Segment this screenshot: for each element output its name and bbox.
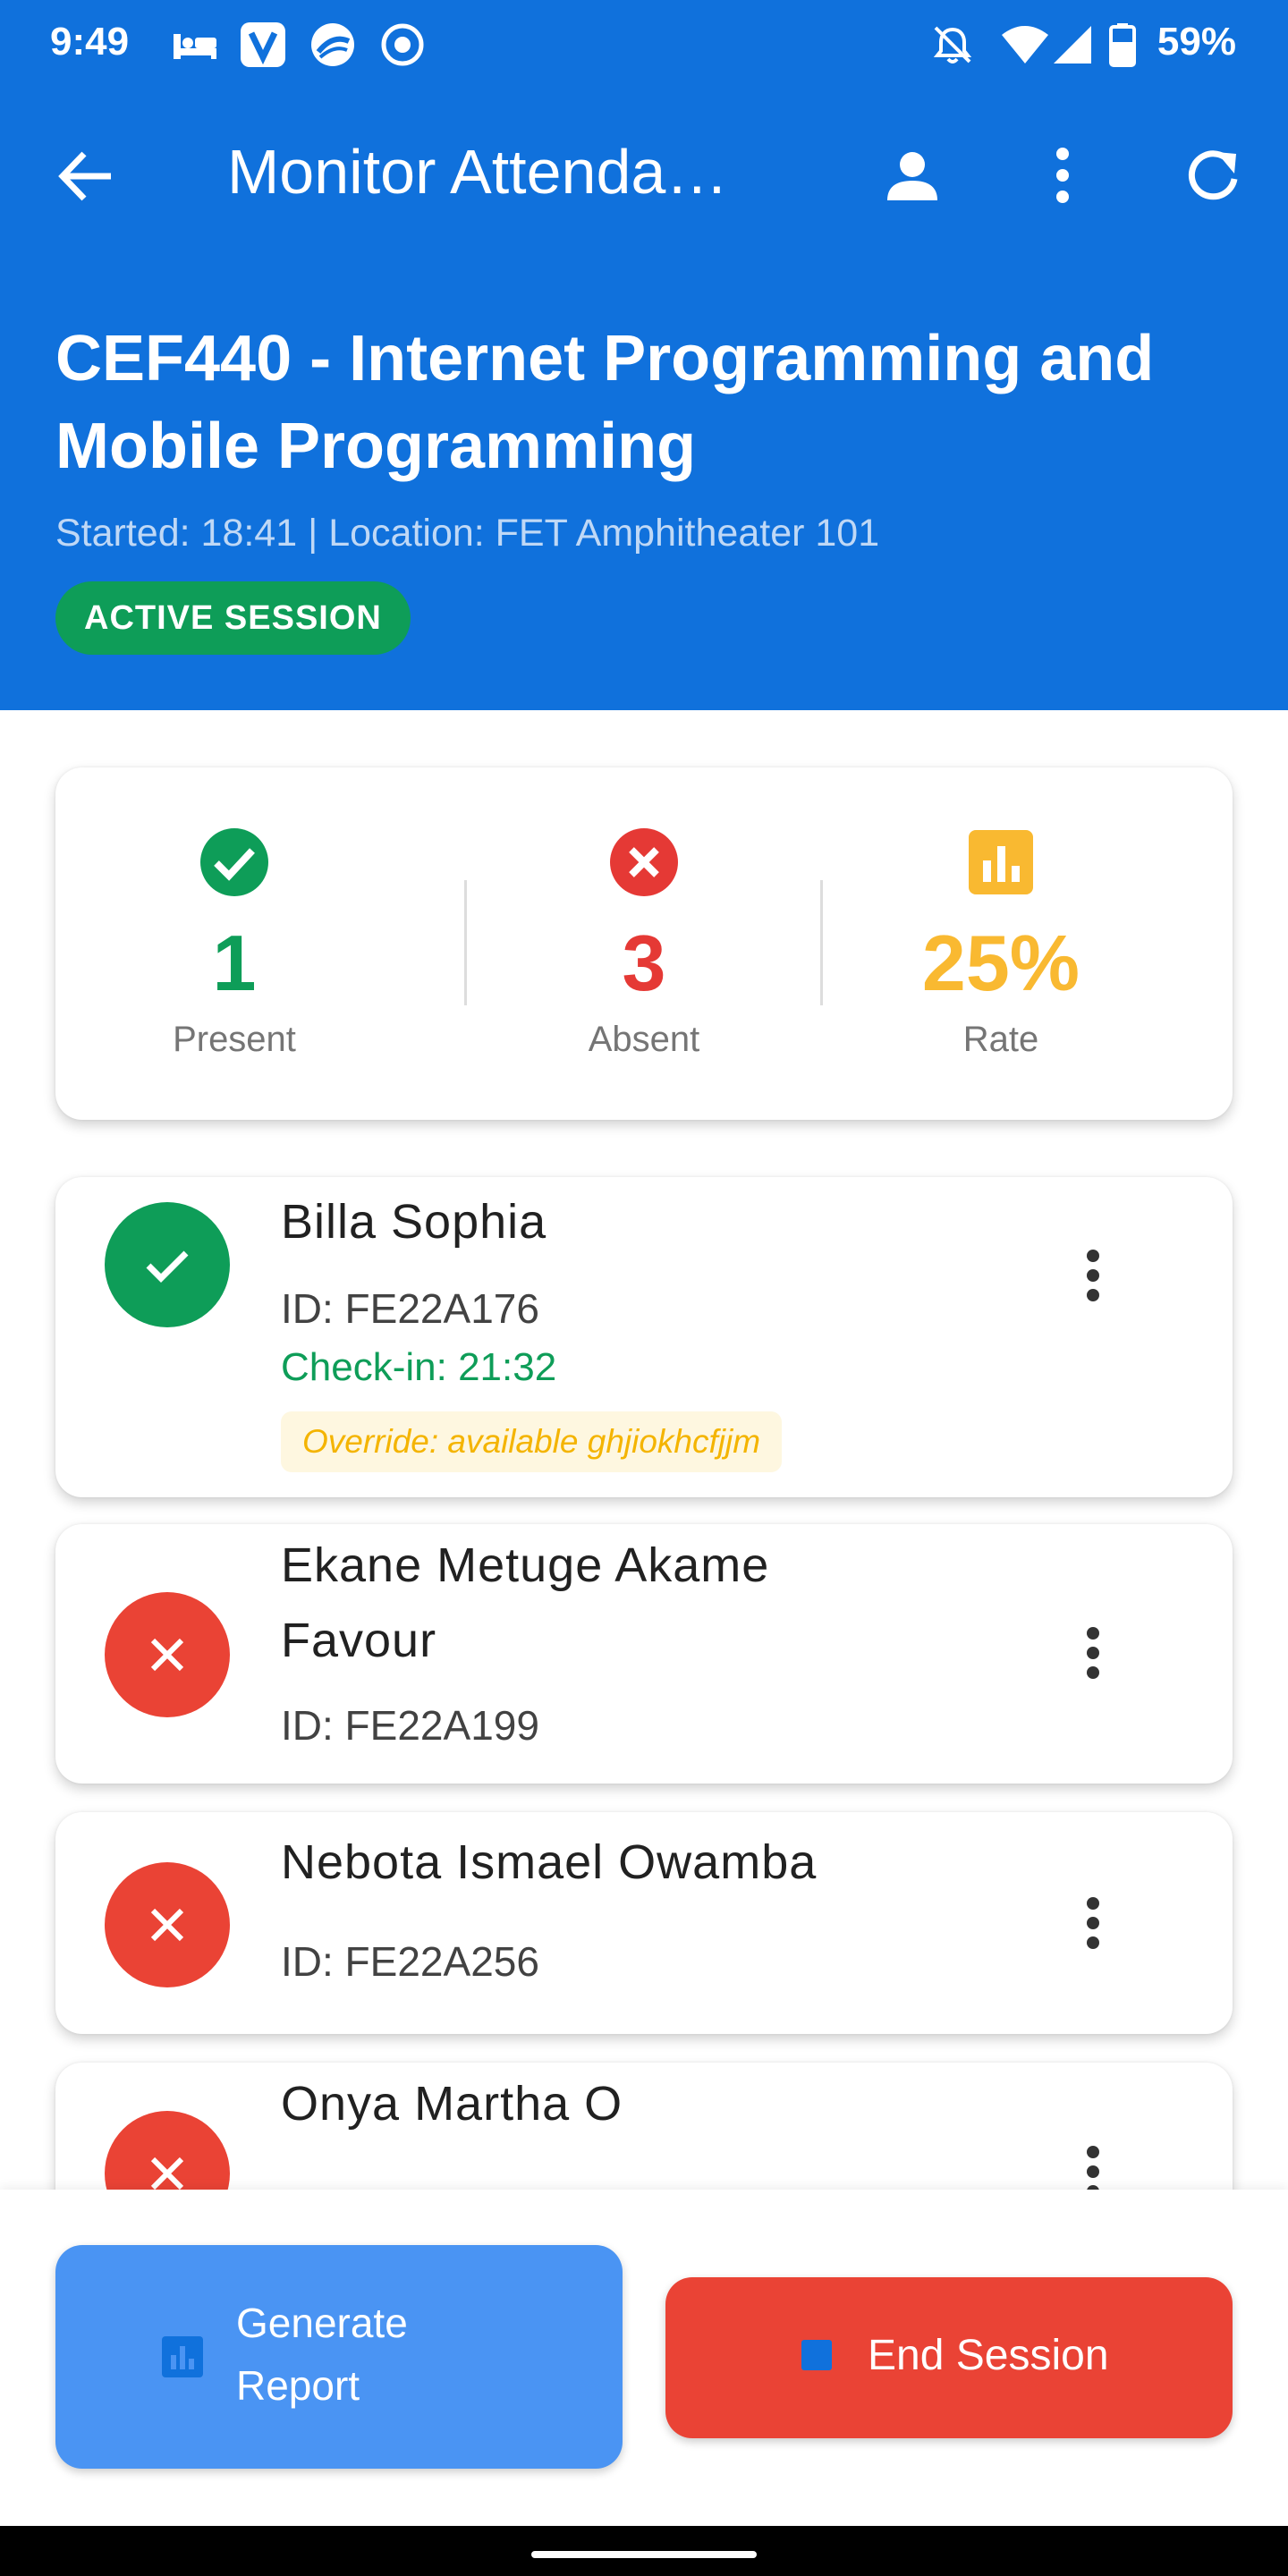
stat-rate: 25% Rate (822, 767, 1180, 1120)
student-name: Billa Sophia (281, 1195, 547, 1249)
status-time: 9:49 (50, 20, 130, 64)
absent-label: Absent (588, 1020, 700, 1059)
override-note: Override: available ghjiokhcfjjm (281, 1411, 783, 1472)
generate-report-button[interactable]: Generate Report (55, 2245, 623, 2469)
check-circle-icon (199, 826, 270, 898)
swirl-app-icon (309, 21, 356, 68)
present-count: 1 (212, 919, 257, 1007)
end-session-button[interactable]: End Session (665, 2277, 1233, 2438)
signal-icon (1052, 21, 1093, 68)
app-title: Monitor Attenda… (227, 137, 729, 207)
status-bar: 9:49 59% (0, 0, 1288, 89)
record-icon (379, 21, 426, 68)
student-card[interactable]: Nebota Ismael Owamba ID: FE22A256 (55, 1812, 1233, 2034)
alarm-off-icon (930, 21, 975, 68)
student-name: Onya Martha O (281, 2077, 623, 2131)
student-id: ID: FE22A199 (281, 1702, 539, 1749)
bar-chart-icon (965, 826, 1037, 898)
stat-present: 1 Present (55, 767, 413, 1120)
status-badge: ACTIVE SESSION (55, 581, 411, 655)
system-nav-bar (0, 2526, 1288, 2576)
more-vert-icon[interactable] (1057, 1240, 1129, 1311)
student-name: Nebota Ismael Owamba (281, 1835, 818, 1889)
student-id: ID: FE22A256 (281, 1938, 539, 1985)
bottom-action-bar: Generate Report End Session (0, 2190, 1288, 2526)
stat-absent: 3 Absent (465, 767, 823, 1120)
course-title: CEF440 - Internet Programming and Mobile… (55, 323, 1155, 482)
hotel-icon (170, 21, 220, 68)
rate-label: Rate (962, 1020, 1039, 1059)
bar-chart-icon (161, 2335, 204, 2378)
battery-percent: 59% (1157, 20, 1236, 64)
attendance-stats-card: 1 Present 3 Absent 25% Rate (55, 767, 1233, 1120)
more-vert-icon[interactable] (1027, 140, 1098, 211)
refresh-icon[interactable] (1177, 140, 1249, 211)
session-meta: Started: 18:41 | Location: FET Amphithea… (55, 512, 880, 555)
present-label: Present (173, 1020, 296, 1059)
back-arrow-icon[interactable] (54, 143, 120, 209)
person-icon[interactable] (877, 140, 948, 211)
cancel-circle-icon (608, 826, 680, 898)
student-card[interactable]: Billa Sophia ID: FE22A176 Check-in: 21:3… (55, 1177, 1233, 1497)
app-bar: Monitor Attenda… (0, 89, 1288, 259)
wifi-icon (1000, 21, 1050, 68)
v-app-icon (240, 21, 286, 68)
stop-icon (801, 2340, 832, 2370)
battery-icon (1109, 21, 1136, 68)
student-name: Ekane Metuge Akame Favour (281, 1538, 770, 1667)
more-vert-icon[interactable] (1057, 1887, 1129, 1959)
more-vert-icon[interactable] (1057, 1617, 1129, 1689)
student-card[interactable]: Ekane Metuge Akame Favour ID: FE22A199 (55, 1524, 1233, 1784)
student-id: ID: FE22A176 (281, 1285, 539, 1332)
rate-value: 25% (921, 919, 1080, 1007)
end-session-label: End Session (868, 2332, 1109, 2379)
absent-status-icon (105, 1592, 230, 1717)
present-status-icon (105, 1202, 230, 1327)
absent-status-icon (105, 1862, 230, 1987)
generate-report-label: Generate Report (236, 2300, 408, 2409)
gesture-handle[interactable] (531, 2551, 757, 2558)
check-in-time: Check-in: 21:32 (281, 1345, 557, 1389)
absent-count: 3 (622, 919, 666, 1007)
